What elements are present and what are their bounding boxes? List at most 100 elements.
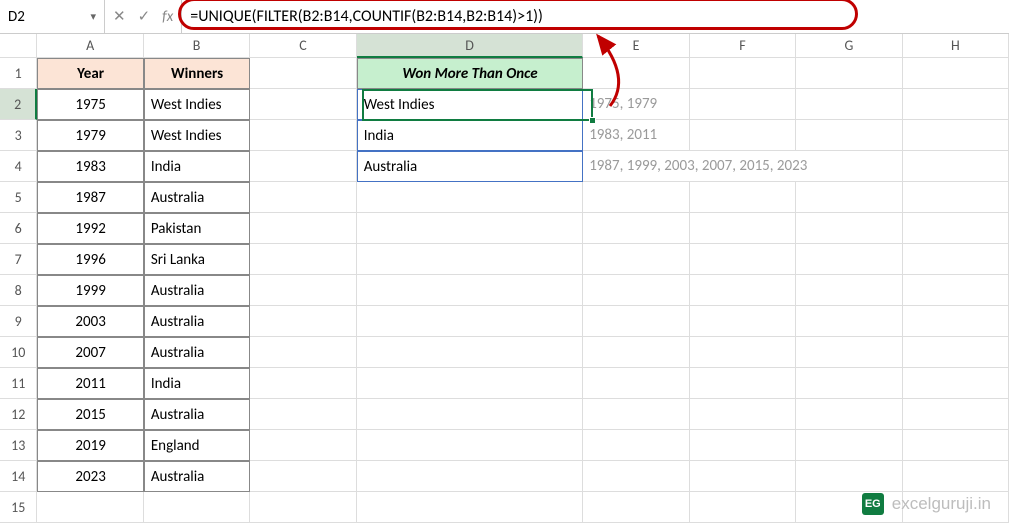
row-header[interactable]: 13	[0, 430, 37, 461]
cell-winner[interactable]: Australia	[144, 461, 250, 492]
row-header[interactable]: 2	[0, 89, 37, 120]
fill-handle[interactable]	[589, 117, 596, 124]
cell-winner[interactable]: India	[144, 151, 250, 182]
cell-winner[interactable]: India	[144, 368, 250, 399]
cell-g3[interactable]	[796, 120, 902, 151]
row-header[interactable]: 14	[0, 461, 37, 492]
cell-year[interactable]: 2007	[37, 337, 143, 368]
cell-g2[interactable]	[796, 89, 902, 120]
row-header[interactable]: 10	[0, 337, 37, 368]
cell-year[interactable]: 2003	[37, 306, 143, 337]
cell-winner[interactable]: Pakistan	[144, 213, 250, 244]
row-header[interactable]: 4	[0, 151, 37, 182]
cell-c4[interactable]	[250, 151, 356, 182]
row-header[interactable]: 12	[0, 399, 37, 430]
years-text: 1975, 1979	[583, 89, 663, 119]
col-header-h[interactable]: H	[903, 34, 1009, 58]
result-cell[interactable]: Australia	[357, 151, 583, 182]
cell-winner[interactable]: West Indies	[144, 120, 250, 151]
col-header-a[interactable]: A	[37, 34, 143, 58]
row-7: 7 1996 Sri Lanka	[0, 244, 1009, 275]
result-cell[interactable]: India	[357, 120, 583, 151]
cell-winner[interactable]: England	[144, 430, 250, 461]
row-2: 2 1975 West Indies West Indies 1975, 197…	[0, 89, 1009, 120]
cell-winner[interactable]: Australia	[144, 337, 250, 368]
cell-winner[interactable]: Australia	[144, 182, 250, 213]
name-box[interactable]: D2 ▾	[0, 0, 105, 33]
row-11: 11 2011 India	[0, 368, 1009, 399]
grid-body: 1 Year Winners Won More Than Once 2 1975…	[0, 58, 1009, 523]
cell-c2[interactable]	[250, 89, 356, 120]
spreadsheet-grid[interactable]: A B C D E F G H 1 Year Winners Won More …	[0, 34, 1009, 523]
row-header[interactable]: 15	[0, 492, 37, 523]
cell-year[interactable]: 2015	[37, 399, 143, 430]
cell-year[interactable]: 2011	[37, 368, 143, 399]
cancel-icon[interactable]: ✕	[113, 7, 126, 26]
cell-years[interactable]: 1983, 2011	[583, 120, 689, 151]
row-12: 12 2015 Australia	[0, 399, 1009, 430]
col-header-e[interactable]: E	[583, 34, 689, 58]
table-header-year[interactable]: Year	[37, 58, 143, 89]
cell-year[interactable]: 1983	[37, 151, 143, 182]
row-header[interactable]: 8	[0, 275, 37, 306]
col-header-d[interactable]: D	[357, 34, 584, 58]
result-header[interactable]: Won More Than Once	[357, 58, 583, 89]
cell-year[interactable]: 1979	[37, 120, 143, 151]
cell-f2[interactable]	[690, 89, 796, 120]
cell-year[interactable]: 1999	[37, 275, 143, 306]
row-15: 15	[0, 492, 1009, 523]
row-6: 6 1992 Pakistan	[0, 213, 1009, 244]
select-all-corner[interactable]	[0, 34, 37, 58]
row-13: 13 2019 England	[0, 430, 1009, 461]
cell-year[interactable]: 1996	[37, 244, 143, 275]
fx-icon[interactable]: fx	[162, 8, 173, 26]
cell-winner[interactable]: Australia	[144, 399, 250, 430]
cell-winner[interactable]: Sri Lanka	[144, 244, 250, 275]
cell-h1[interactable]	[903, 58, 1009, 89]
row-header[interactable]: 7	[0, 244, 37, 275]
cell-year[interactable]: 1987	[37, 182, 143, 213]
row-1: 1 Year Winners Won More Than Once	[0, 58, 1009, 89]
enter-icon[interactable]: ✓	[138, 7, 151, 26]
cell-c3[interactable]	[250, 120, 356, 151]
cell-year[interactable]: 1992	[37, 213, 143, 244]
cell-year[interactable]: 2019	[37, 430, 143, 461]
row-8: 8 1999 Australia	[0, 275, 1009, 306]
cell-year[interactable]: 2023	[37, 461, 143, 492]
column-headers-row: A B C D E F G H	[0, 34, 1009, 58]
row-header[interactable]: 6	[0, 213, 37, 244]
cell-f3[interactable]	[690, 120, 796, 151]
formula-text: =UNIQUE(FILTER(B2:B14,COUNTIF(B2:B14,B2:…	[190, 7, 543, 26]
watermark-badge: EG	[862, 493, 884, 515]
col-header-b[interactable]: B	[144, 34, 250, 58]
cell-winner[interactable]: Australia	[144, 306, 250, 337]
row-header[interactable]: 1	[0, 58, 37, 89]
cell-winner[interactable]: West Indies	[144, 89, 250, 120]
row-header[interactable]: 9	[0, 306, 37, 337]
table-header-winners[interactable]: Winners	[144, 58, 250, 89]
formula-input[interactable]: =UNIQUE(FILTER(B2:B14,COUNTIF(B2:B14,B2:…	[182, 0, 1009, 33]
cell-winner[interactable]: Australia	[144, 275, 250, 306]
row-header[interactable]: 3	[0, 120, 37, 151]
cell-years[interactable]: 1987, 1999, 2003, 2007, 2015, 2023	[583, 151, 689, 182]
cell-year[interactable]: 1975	[37, 89, 143, 120]
result-cell[interactable]: West Indies	[357, 89, 583, 120]
name-box-value: D2	[8, 8, 25, 26]
cell-e1[interactable]	[583, 58, 689, 89]
cell-h3[interactable]	[903, 120, 1009, 151]
col-header-g[interactable]: G	[796, 34, 902, 58]
cell-f1[interactable]	[690, 58, 796, 89]
cell-g1[interactable]	[796, 58, 902, 89]
col-header-c[interactable]: C	[250, 34, 356, 58]
cell-h4[interactable]	[903, 151, 1009, 182]
row-header[interactable]: 11	[0, 368, 37, 399]
cell-years[interactable]: 1975, 1979	[583, 89, 689, 120]
col-header-f[interactable]: F	[690, 34, 796, 58]
row-header[interactable]: 5	[0, 182, 37, 213]
row-14: 14 2023 Australia	[0, 461, 1009, 492]
watermark: EG excelguruji.in	[862, 493, 991, 515]
cell-c1[interactable]	[250, 58, 356, 89]
cell-h2[interactable]	[903, 89, 1009, 120]
row-4: 4 1983 India Australia 1987, 1999, 2003,…	[0, 151, 1009, 182]
chevron-down-icon[interactable]: ▾	[90, 10, 96, 23]
